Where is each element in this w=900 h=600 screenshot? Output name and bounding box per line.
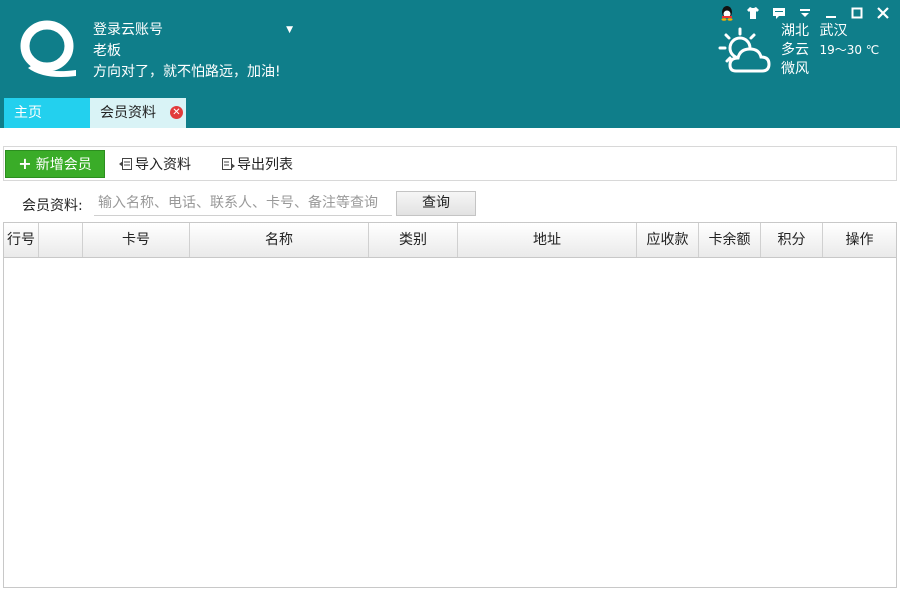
app-logo-icon bbox=[20, 20, 76, 77]
column-header-actions[interactable]: 操作 bbox=[823, 223, 896, 257]
column-header-category[interactable]: 类别 bbox=[369, 223, 458, 257]
column-header-address[interactable]: 地址 bbox=[458, 223, 637, 257]
member-table: 行号 卡号 名称 类别 地址 应收款 卡余额 积分 操作 bbox=[3, 222, 897, 588]
column-header-card-balance[interactable]: 卡余额 bbox=[699, 223, 761, 257]
message-icon[interactable] bbox=[768, 4, 790, 22]
weather-city: 武汉 bbox=[819, 23, 848, 39]
weather-wind: 微风 bbox=[781, 61, 809, 77]
column-header-receivable[interactable]: 应收款 bbox=[637, 223, 699, 257]
import-icon bbox=[119, 157, 132, 170]
query-button[interactable]: 查询 bbox=[396, 191, 476, 216]
search-label: 会员资料: bbox=[22, 198, 83, 214]
login-cloud-account[interactable]: 登录云账号 ▼ bbox=[93, 20, 293, 41]
column-header-points[interactable]: 积分 bbox=[761, 223, 823, 257]
search-input[interactable] bbox=[94, 190, 392, 216]
close-tab-icon[interactable]: ✕ bbox=[170, 106, 183, 119]
tab-bar: 主页 会员资料 ✕ bbox=[4, 98, 186, 128]
column-header-select[interactable] bbox=[39, 223, 83, 257]
plus-icon: + bbox=[18, 154, 32, 173]
toolbar: + 新增会员 导入资料 导出列表 bbox=[3, 146, 897, 181]
minimize-icon[interactable] bbox=[820, 4, 842, 22]
login-label[interactable]: 登录云账号 bbox=[93, 20, 163, 41]
export-label: 导出列表 bbox=[237, 156, 293, 173]
table-body bbox=[4, 258, 896, 587]
weather-temperature: 19～30 ℃ bbox=[819, 43, 880, 57]
search-row: 会员资料: 查询 bbox=[0, 190, 900, 218]
column-header-name[interactable]: 名称 bbox=[190, 223, 369, 257]
menu-icon[interactable] bbox=[794, 4, 816, 22]
column-header-row-number[interactable]: 行号 bbox=[4, 223, 39, 257]
import-data-button[interactable]: 导入资料 bbox=[119, 154, 191, 174]
import-label: 导入资料 bbox=[135, 156, 191, 173]
chevron-down-icon[interactable]: ▼ bbox=[286, 20, 293, 41]
export-icon bbox=[222, 157, 235, 170]
close-icon[interactable] bbox=[872, 4, 894, 22]
column-header-card-number[interactable]: 卡号 bbox=[83, 223, 190, 257]
qq-icon[interactable] bbox=[716, 4, 738, 22]
skin-shirt-icon[interactable] bbox=[742, 4, 764, 22]
weather-region: 湖北 bbox=[781, 23, 809, 39]
account-panel: 登录云账号 ▼ 老板 方向对了，就不怕路远，加油! bbox=[93, 20, 293, 83]
weather-condition: 多云 bbox=[781, 42, 809, 58]
add-member-button[interactable]: + 新增会员 bbox=[5, 149, 105, 178]
weather-panel: 湖北 武汉 多云 19～30 ℃ 微风 bbox=[781, 22, 879, 79]
slogan: 方向对了，就不怕路远，加油! bbox=[93, 64, 281, 80]
user-name: 老板 bbox=[93, 43, 121, 59]
add-member-label: 新增会员 bbox=[35, 156, 92, 173]
export-list-button[interactable]: 导出列表 bbox=[221, 154, 293, 174]
app-header: 登录云账号 ▼ 老板 方向对了，就不怕路远，加油! 湖北 武汉 多云 19～30… bbox=[0, 0, 900, 128]
tab-home[interactable]: 主页 bbox=[4, 98, 90, 128]
table-header: 行号 卡号 名称 类别 地址 应收款 卡余额 积分 操作 bbox=[4, 223, 896, 258]
tab-member-info[interactable]: 会员资料 ✕ bbox=[90, 98, 186, 128]
cloudy-weather-icon bbox=[718, 27, 771, 73]
maximize-icon[interactable] bbox=[846, 4, 868, 22]
window-controls bbox=[716, 4, 894, 22]
main-content: + 新增会员 导入资料 导出列表 会员资料: 查询 行号 卡号 名称 类别 地址… bbox=[0, 128, 900, 600]
tab-label[interactable]: 会员资料 bbox=[100, 105, 156, 121]
